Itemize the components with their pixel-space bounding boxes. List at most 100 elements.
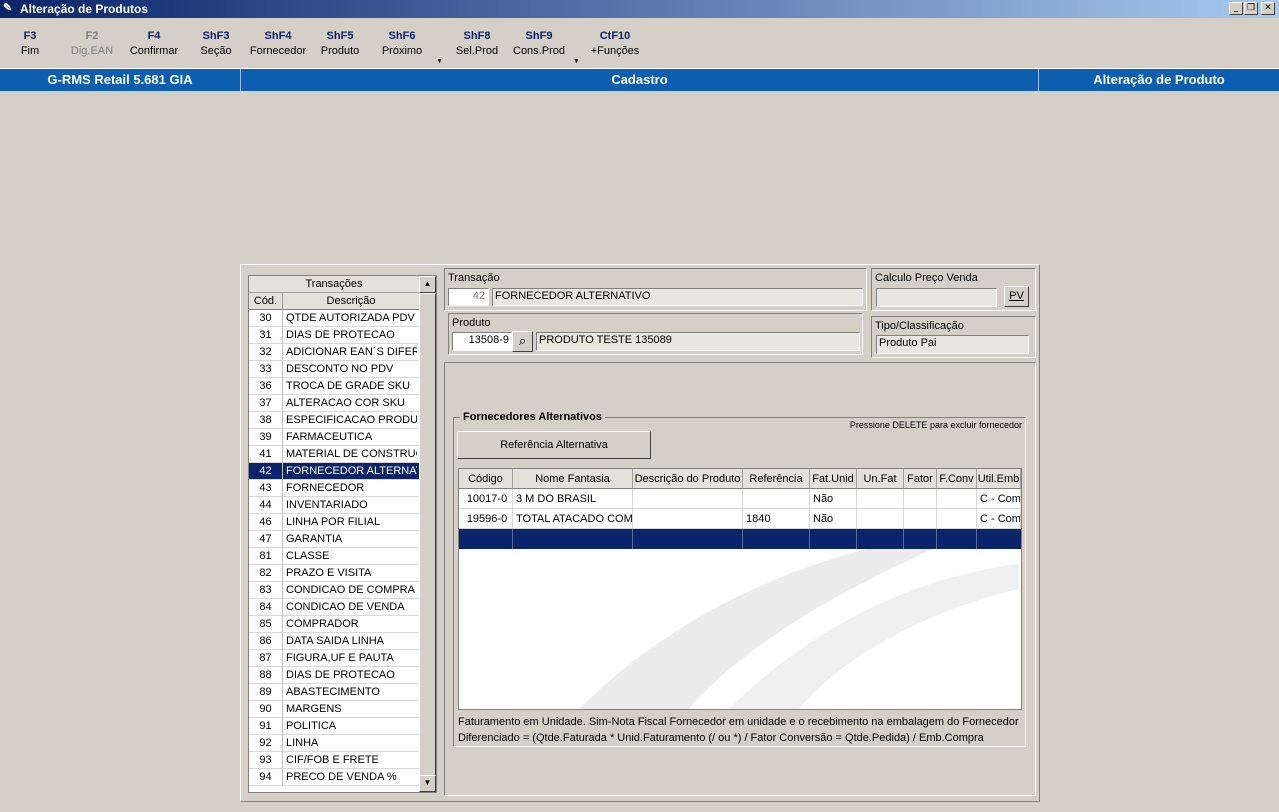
transaction-desc: CONDICAO DE COMPRA [286,584,415,596]
grid-cell[interactable] [633,489,743,509]
grid-cell[interactable]: Não [810,489,857,509]
transaction-row[interactable]: 86 DATA SAIDA LINHA [249,633,419,650]
fim-button[interactable]: F3 Fim [0,28,60,59]
transaction-row[interactable]: 31 DIAS DE PROTECAO [249,327,419,344]
mais-funcoes-button[interactable]: CtF10 +Funções [585,28,645,59]
restore-button[interactable]: ❐ [1244,2,1258,15]
transaction-desc: FARMACEUTICA [286,431,373,443]
transaction-desc: ALTERACAO COR SKU [286,397,405,409]
note-line-1: Faturamento em Unidade. Sim-Nota Fiscal … [458,716,1019,728]
col-code-header[interactable]: Cód. [249,293,283,310]
grid-cell[interactable]: C - Com [977,509,1021,529]
transaction-row[interactable]: 46 LINHA POR FILIAL [249,514,419,531]
grid-cell[interactable]: 19596-0 [459,509,513,529]
grid-cell[interactable] [857,509,904,529]
grid-cell[interactable] [937,489,977,509]
app-icon: ✎ [3,2,13,14]
grid-cell[interactable] [857,489,904,509]
transaction-row[interactable]: 87 FIGURA,UF E PAUTA [249,650,419,667]
grid-col-header[interactable]: Fat.Unid [810,469,857,489]
transaction-desc: LINHA POR FILIAL [286,516,381,528]
transaction-row[interactable]: 94 PRECO DE VENDA % [249,769,419,786]
transaction-row[interactable]: 88 DIAS DE PROTECAO [249,667,419,684]
scroll-up-icon[interactable]: ▲ [419,276,436,293]
grid-col-header[interactable]: Descrição do Produto [633,469,743,489]
transaction-code: 93 [249,752,283,769]
grid-cell[interactable]: 1840 [743,509,810,529]
grid-cell[interactable]: TOTAL ATACADO COM. [513,509,633,529]
transaction-row[interactable]: 47 GARANTIA [249,531,419,548]
grid-cell[interactable] [904,489,937,509]
transactions-scrollbar[interactable]: ▲ ▼ [419,276,436,792]
transaction-row[interactable]: 85 COMPRADOR [249,616,419,633]
transaction-row[interactable]: 44 INVENTARIADO [249,497,419,514]
transaction-row[interactable]: 36 TROCA DE GRADE SKU [249,378,419,395]
pv-button[interactable]: PV [1004,286,1029,307]
transaction-code: 89 [249,684,283,701]
transaction-code: 84 [249,599,283,616]
col-desc-header[interactable]: Descrição [283,293,419,310]
produto-code-field[interactable]: 13508-9 [452,332,512,351]
transaction-row[interactable]: 42FORNECEDOR ALTERNATIVO [249,463,419,480]
transaction-row[interactable]: 30 QTDE AUTORIZADA PDV [249,310,419,327]
transaction-row[interactable]: 37 ALTERACAO COR SKU [249,395,419,412]
transaction-code: 82 [249,565,283,582]
grid-col-header[interactable]: Código [459,469,513,489]
scroll-thumb[interactable] [419,293,436,781]
confirmar-button[interactable]: F4 Confirmar [124,28,184,59]
grid-col-header[interactable]: Fator [904,469,937,489]
transaction-row[interactable]: 41MATERIAL DE CONSTRUCAO [249,446,419,463]
transaction-row[interactable]: 33 DESCONTO NO PDV [249,361,419,378]
grid-cell[interactable] [937,509,977,529]
grid-cell[interactable]: C - Com [977,489,1021,509]
referencia-alternativa-button[interactable]: Referência Alternativa [457,431,651,459]
grid-col-header[interactable]: Util.Emb [977,469,1021,489]
transactions-list[interactable]: Transações Cód. Descrição 30 QTDE AUTORIZ… [248,275,437,793]
transaction-row[interactable]: 83 CONDICAO DE COMPRA [249,582,419,599]
grid-col-header[interactable]: Referência [743,469,810,489]
grid-cell[interactable] [743,489,810,509]
transaction-row[interactable]: 32ADICIONAR EAN´S DIFERENTES [249,344,419,361]
grid-col-header[interactable]: Nome Fantasia [513,469,633,489]
transaction-row[interactable]: 84 CONDICAO DE VENDA [249,599,419,616]
transaction-code: 41 [249,446,283,463]
scroll-down-icon[interactable]: ▼ [419,775,436,792]
close-button[interactable]: ✕ [1261,2,1275,15]
transaction-desc: PRECO DE VENDA % [286,771,397,783]
minimize-button[interactable]: _ [1229,2,1243,15]
cons-prod-button[interactable]: ShF9 Cons.Prod [509,28,569,59]
fornecedor-button[interactable]: ShF4 Fornecedor [248,28,308,59]
fornecedores-grid[interactable]: Código Nome Fantasia Descrição do Produto R… [458,468,1022,710]
transaction-row[interactable]: 93 CIF/FOB E FRETE [249,752,419,769]
transaction-row[interactable]: 92 LINHA [249,735,419,752]
sel-prod-button[interactable]: ShF8 Sel.Prod [447,28,507,59]
grid-cell[interactable]: Não [810,509,857,529]
window-title: Alteração de Produtos [20,2,149,16]
cons-prod-dropdown-icon[interactable]: ▼ [573,58,580,65]
transaction-row[interactable]: 43 FORNECEDOR [249,480,419,497]
transacao-code-field[interactable]: 42 [448,288,489,306]
dig-ean-button[interactable]: F2 Dig.EAN [62,28,122,59]
proximo-dropdown-icon[interactable]: ▼ [436,58,443,65]
secao-button[interactable]: ShF3 Seção [186,28,246,59]
transaction-row[interactable]: 89 ABASTECIMENTO [249,684,419,701]
grid-cell[interactable] [633,509,743,529]
grid-cell[interactable] [904,509,937,529]
transaction-row[interactable]: 90 MARGENS [249,701,419,718]
transaction-row[interactable]: 91 POLITICA [249,718,419,735]
binoculars-icon[interactable]: ⌕ [512,331,533,352]
transaction-row[interactable]: 38ESPECIFICACAO PRODUTO [249,412,419,429]
grid-col-header[interactable]: Un.Fat [857,469,904,489]
calculo-field[interactable] [876,288,997,307]
produto-button[interactable]: ShF5 Produto [310,28,370,59]
transaction-row[interactable]: 81 CLASSE [249,548,419,565]
grid-cell[interactable]: 10017-0 [459,489,513,509]
transaction-row[interactable]: 39 FARMACEUTICA [249,429,419,446]
transaction-desc: CONDICAO DE VENDA [286,601,405,613]
transaction-code: 37 [249,395,283,412]
transaction-desc: MATERIAL DE CONSTRUCAO [286,448,417,460]
proximo-button[interactable]: ShF6 Próximo [372,28,432,59]
grid-col-header[interactable]: F.Conv [937,469,977,489]
grid-cell[interactable]: 3 M DO BRASIL [513,489,633,509]
transaction-row[interactable]: 82 PRAZO E VISITA [249,565,419,582]
